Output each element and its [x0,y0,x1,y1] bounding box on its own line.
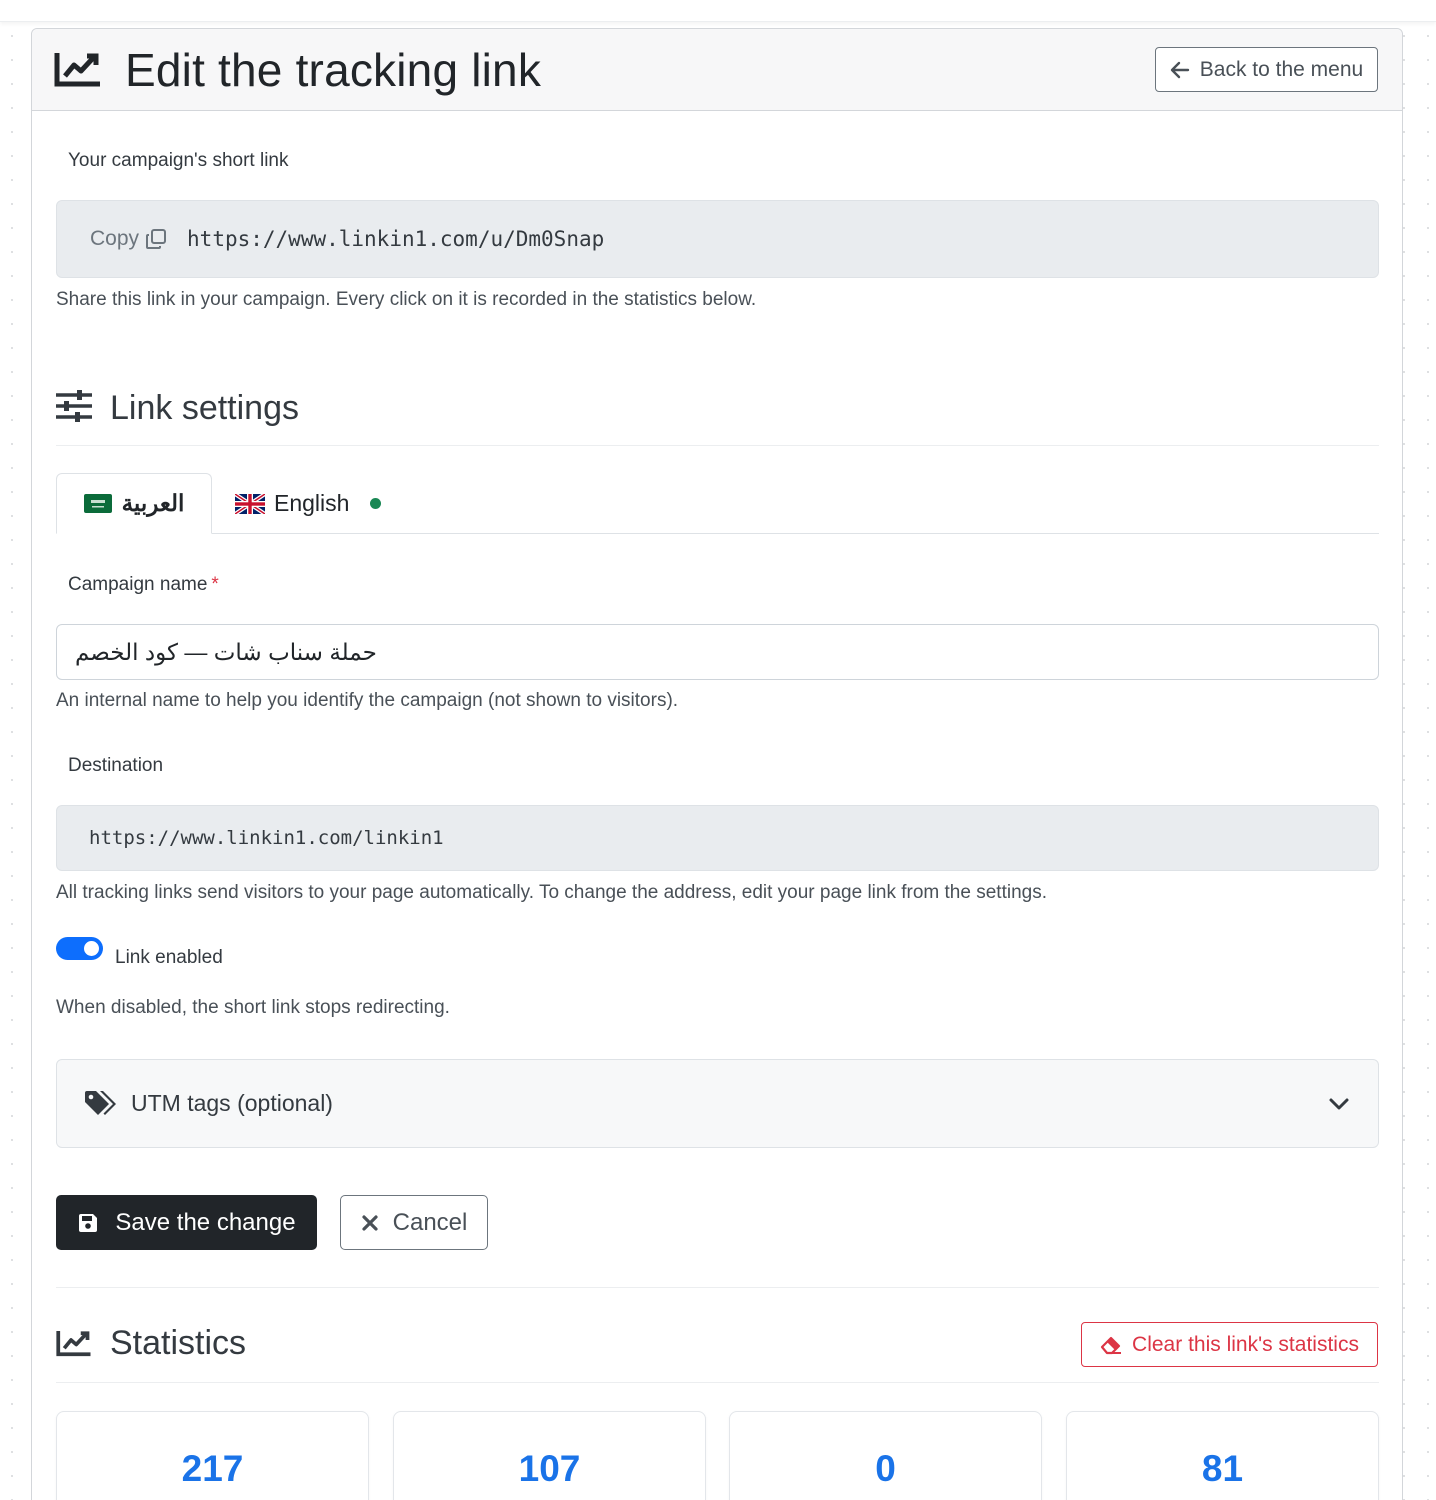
cancel-button-label: Cancel [392,1208,468,1236]
statistics-title: Statistics [110,1324,247,1362]
floppy-disk-icon [79,1213,98,1232]
stat-card: 107 [393,1411,706,1500]
copy-button[interactable]: Copy [90,227,167,251]
saudi-flag-icon [83,494,112,513]
link-enabled-help: When disabled, the short link stops redi… [56,997,450,1018]
campaign-name-value: حملة سناب شات — كود الخصم [75,638,377,665]
chart-line-icon [54,53,100,87]
stat-value: 81 [1201,1448,1244,1489]
stat-value: 0 [875,1448,896,1489]
clear-statistics-label: Clear this link's statistics [1132,1332,1359,1356]
back-to-menu-button[interactable]: Back to the menu [1155,47,1378,92]
stat-value: 217 [181,1448,244,1489]
campaign-name-help: An internal name to help you identify th… [56,690,679,711]
status-dot [370,498,382,509]
eraser-icon [1100,1336,1122,1354]
utm-accordion[interactable]: UTM tags (optional) [56,1059,1379,1148]
destination-label: Destination [68,755,164,776]
edit-link-card: Edit the tracking link Back to the menu … [31,28,1403,1500]
copy-icon [146,229,167,249]
stat-card: 81 [1066,1411,1379,1500]
link-settings-title: Link settings [110,389,299,427]
short-link-help: Share this link in your campaign. Every … [56,289,757,310]
tab-arabic[interactable]: العربية [56,473,212,534]
close-icon [362,1214,378,1231]
tab-arabic-label: العربية [121,490,185,516]
destination-field: https://www.linkin1.com/linkin1 [56,805,1379,871]
campaign-name-label: Campaign name * [68,574,219,596]
section-divider [56,445,1379,446]
destination-help: All tracking links send visitors to your… [56,882,1047,903]
save-button[interactable]: Save the change [56,1195,317,1250]
toggle-knob [84,941,99,956]
campaign-name-label-text: Campaign name [68,574,208,595]
arrow-left-icon [1170,61,1189,78]
stat-card: 217 [56,1411,369,1500]
short-link-box: Copy https://www.linkin1.com/u/Dm0Snap [56,200,1379,278]
required-mark: * [211,574,219,595]
stat-card: 0 [729,1411,1042,1500]
section-divider [56,1287,1379,1288]
clear-statistics-button[interactable]: Clear this link's statistics [1081,1322,1378,1367]
tab-english[interactable]: English [235,473,395,534]
save-button-label: Save the change [115,1208,296,1236]
chevron-down-icon [1329,1098,1349,1110]
campaign-name-input[interactable]: حملة سناب شات — كود الخصم [56,624,1379,680]
card-header: Edit the tracking link Back to the menu [32,29,1402,111]
link-enabled-toggle[interactable] [56,937,103,960]
cancel-button[interactable]: Cancel [340,1195,488,1250]
copy-label: Copy [90,227,140,250]
short-link-url[interactable]: https://www.linkin1.com/u/Dm0Snap [187,227,604,251]
link-enabled-label: Link enabled [115,947,223,968]
uk-flag-icon [235,493,265,514]
sliders-icon [56,390,92,422]
chart-line-icon [56,1331,91,1357]
section-divider [56,1382,1379,1383]
back-to-menu-label: Back to the menu [1199,57,1364,81]
stat-value: 107 [518,1448,581,1489]
destination-value: https://www.linkin1.com/linkin1 [89,827,444,849]
page-title: Edit the tracking link [125,44,542,96]
utm-accordion-label: UTM tags (optional) [131,1090,333,1116]
top-bar [0,0,1436,22]
tags-icon [85,1090,116,1115]
short-link-label: Your campaign's short link [68,150,289,171]
tab-english-label: English [274,490,350,516]
